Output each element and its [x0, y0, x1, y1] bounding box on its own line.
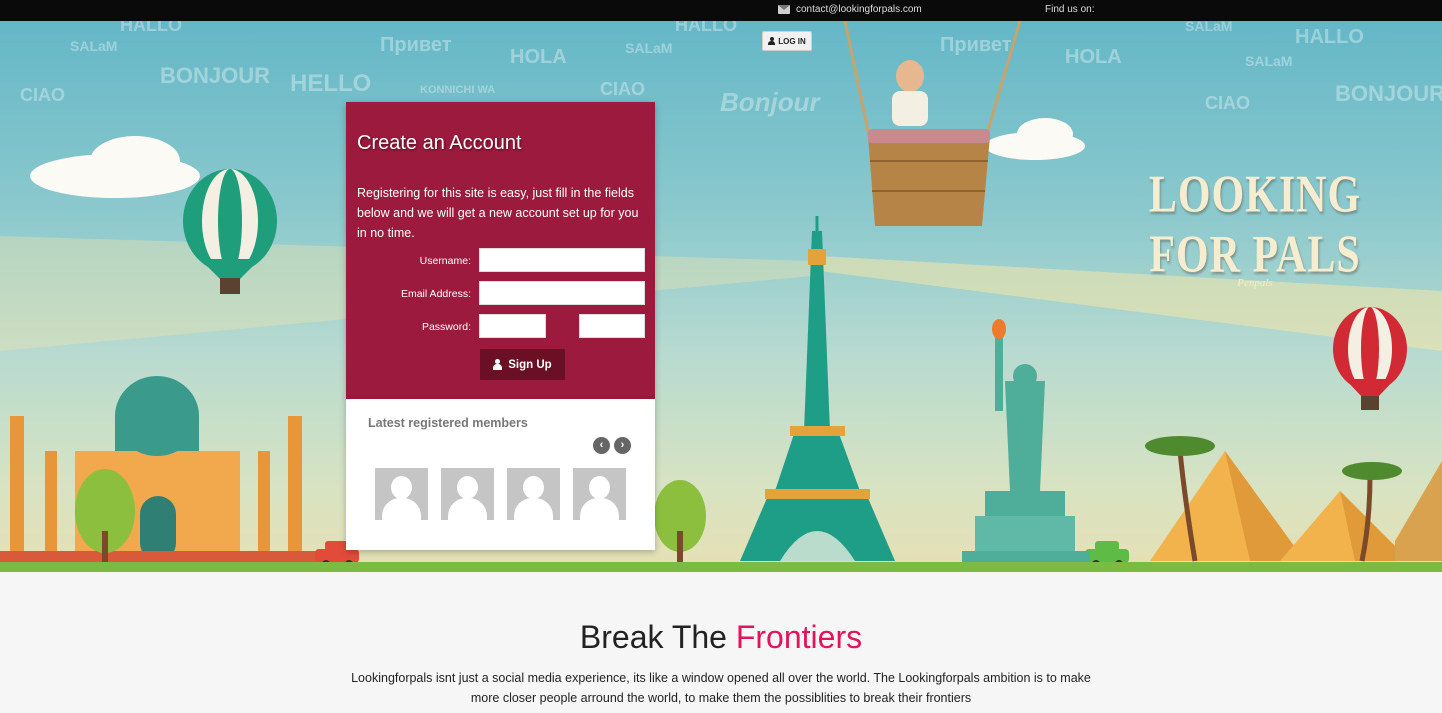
taj-mahal-illustration — [0, 376, 320, 562]
member-avatar[interactable] — [441, 468, 494, 520]
top-bar: contact@lookingforpals.com Find us on: — [0, 0, 1442, 21]
about-heading: Break The Frontiers — [0, 619, 1442, 656]
site-logo[interactable]: LOOKING FOR PALS Penpals — [1100, 150, 1410, 289]
svg-text:Привет: Привет — [380, 34, 452, 56]
chevron-right-icon[interactable]: › — [614, 437, 631, 454]
register-card: Create an Account Registering for this s… — [346, 102, 655, 399]
svg-text:BONJOUR: BONJOUR — [1335, 81, 1442, 106]
latest-members-panel: Latest registered members ‹ › — [346, 399, 655, 550]
svg-text:BONJOUR: BONJOUR — [160, 63, 270, 88]
svg-text:Bonjour: Bonjour — [720, 87, 822, 117]
about-heading-part1: Break The — [579, 619, 727, 655]
register-intro: Registering for this site is easy, just … — [357, 186, 639, 240]
svg-text:HALLO: HALLO — [1295, 26, 1364, 48]
tree-middle — [654, 480, 706, 571]
svg-text:SALaM: SALaM — [1185, 21, 1232, 34]
greeting-words: HALLO SALaM BONJOUR CIAO HELLO Привет HO… — [20, 21, 1442, 117]
mail-icon — [778, 5, 790, 14]
svg-text:SALaM: SALaM — [1245, 53, 1292, 69]
svg-text:HELLO: HELLO — [290, 70, 371, 97]
cloud-left — [30, 136, 200, 198]
user-icon — [768, 37, 776, 45]
svg-text:HOLA: HOLA — [1065, 46, 1122, 68]
login-label: LOG IN — [778, 36, 806, 46]
contact-link[interactable]: contact@lookingforpals.com — [778, 4, 922, 15]
svg-text:Привет: Привет — [940, 34, 1012, 56]
cloud-right — [985, 118, 1085, 160]
svg-text:SALaM: SALaM — [625, 40, 672, 56]
contact-email[interactable]: contact@lookingforpals.com — [796, 4, 922, 15]
svg-text:HOLA: HOLA — [510, 46, 567, 68]
about-heading-accent: Frontiers — [735, 619, 863, 655]
password-label: Password: — [421, 321, 471, 333]
member-avatar[interactable] — [573, 468, 626, 520]
svg-text:HALLO: HALLO — [120, 21, 182, 35]
svg-text:KONNICHI WA: KONNICHI WA — [420, 84, 495, 96]
hero-banner: HALLO SALaM BONJOUR CIAO HELLO Привет HO… — [0, 21, 1442, 572]
username-field[interactable] — [479, 248, 645, 272]
hero-illustration: HALLO SALaM BONJOUR CIAO HELLO Привет HO… — [0, 21, 1442, 571]
statue-of-liberty-illustration — [962, 319, 1090, 563]
about-text: Lookingforpals isnt just a social media … — [351, 671, 1091, 705]
svg-text:CIAO: CIAO — [600, 79, 645, 99]
svg-text:HALLO: HALLO — [675, 21, 737, 35]
latest-members-title: Latest registered members — [368, 416, 528, 430]
chevron-left-icon[interactable]: ‹ — [593, 437, 610, 454]
email-field[interactable] — [479, 281, 645, 305]
hot-air-balloon-red — [1333, 307, 1407, 410]
email-label: Email Address: — [400, 288, 471, 300]
about-section: Break The Frontiers Lookingforpals isnt … — [0, 572, 1442, 713]
signup-label: Sign Up — [508, 358, 552, 371]
password-field[interactable] — [479, 314, 546, 338]
logo-name: LOOKING FOR PALS — [1148, 166, 1362, 284]
username-label: Username: — [419, 255, 471, 267]
svg-text:CIAO: CIAO — [20, 85, 65, 105]
member-avatar[interactable] — [375, 468, 428, 520]
svg-text:SALaM: SALaM — [70, 38, 117, 54]
signup-button[interactable]: Sign Up — [480, 349, 565, 380]
register-title: Create an Account — [357, 132, 522, 154]
ground-strip — [0, 562, 1442, 572]
password-confirm-field[interactable] — [579, 314, 645, 338]
user-icon — [493, 359, 503, 370]
login-button[interactable]: LOG IN — [762, 31, 812, 51]
find-us-label: Find us on: — [1045, 4, 1095, 15]
member-avatar[interactable] — [507, 468, 560, 520]
svg-text:CIAO: CIAO — [1205, 93, 1250, 113]
